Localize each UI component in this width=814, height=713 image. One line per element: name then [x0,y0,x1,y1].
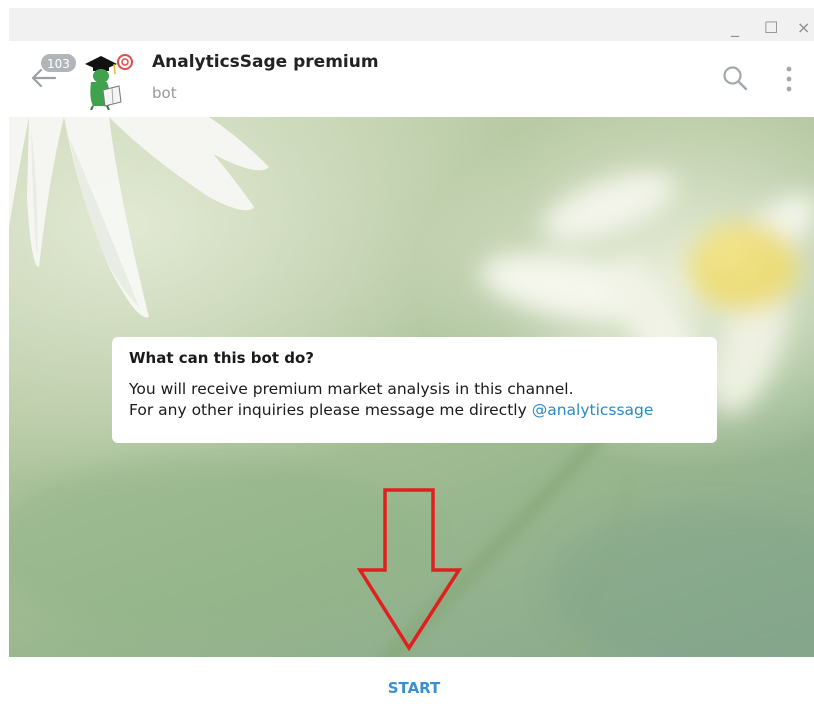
start-button[interactable]: START [379,677,449,699]
down-arrow-annotation [356,488,463,652]
bottom-bar: START [9,657,814,713]
minimize-button[interactable]: _ [731,18,739,38]
unread-badge: 103 [40,53,77,73]
bot-description-line-1: You will receive premium market analysis… [129,380,574,398]
bot-description-line-2-text: For any other inquiries please message m… [129,401,532,419]
window-titlebar: _ ☐ × [9,8,814,41]
bot-description-heading: What can this bot do? [129,349,314,367]
mention-link[interactable]: @analyticssage [532,401,654,419]
search-icon[interactable] [722,65,748,91]
chat-title[interactable]: AnalyticsSage premium [152,52,379,72]
more-vertical-icon[interactable] [784,66,794,94]
maximize-button[interactable]: ☐ [764,18,778,38]
bot-description-card: What can this bot do? You will receive p… [112,337,717,443]
bot-description-line-2: For any other inquiries please message m… [129,400,700,421]
close-button[interactable]: × [797,18,810,38]
chat-header: 103 AnalyticsSage premium bot [9,41,814,117]
chat-subtitle: bot [152,84,177,102]
bot-avatar[interactable] [79,50,135,110]
telegram-window: _ ☐ × 103 AnalyticsSage premium bot What… [0,0,814,713]
